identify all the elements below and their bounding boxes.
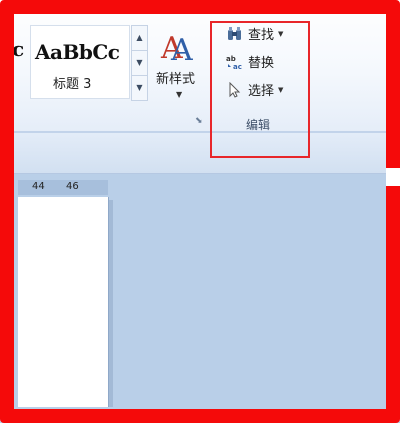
frame-gap bbox=[386, 168, 400, 186]
red-frame bbox=[0, 0, 400, 423]
